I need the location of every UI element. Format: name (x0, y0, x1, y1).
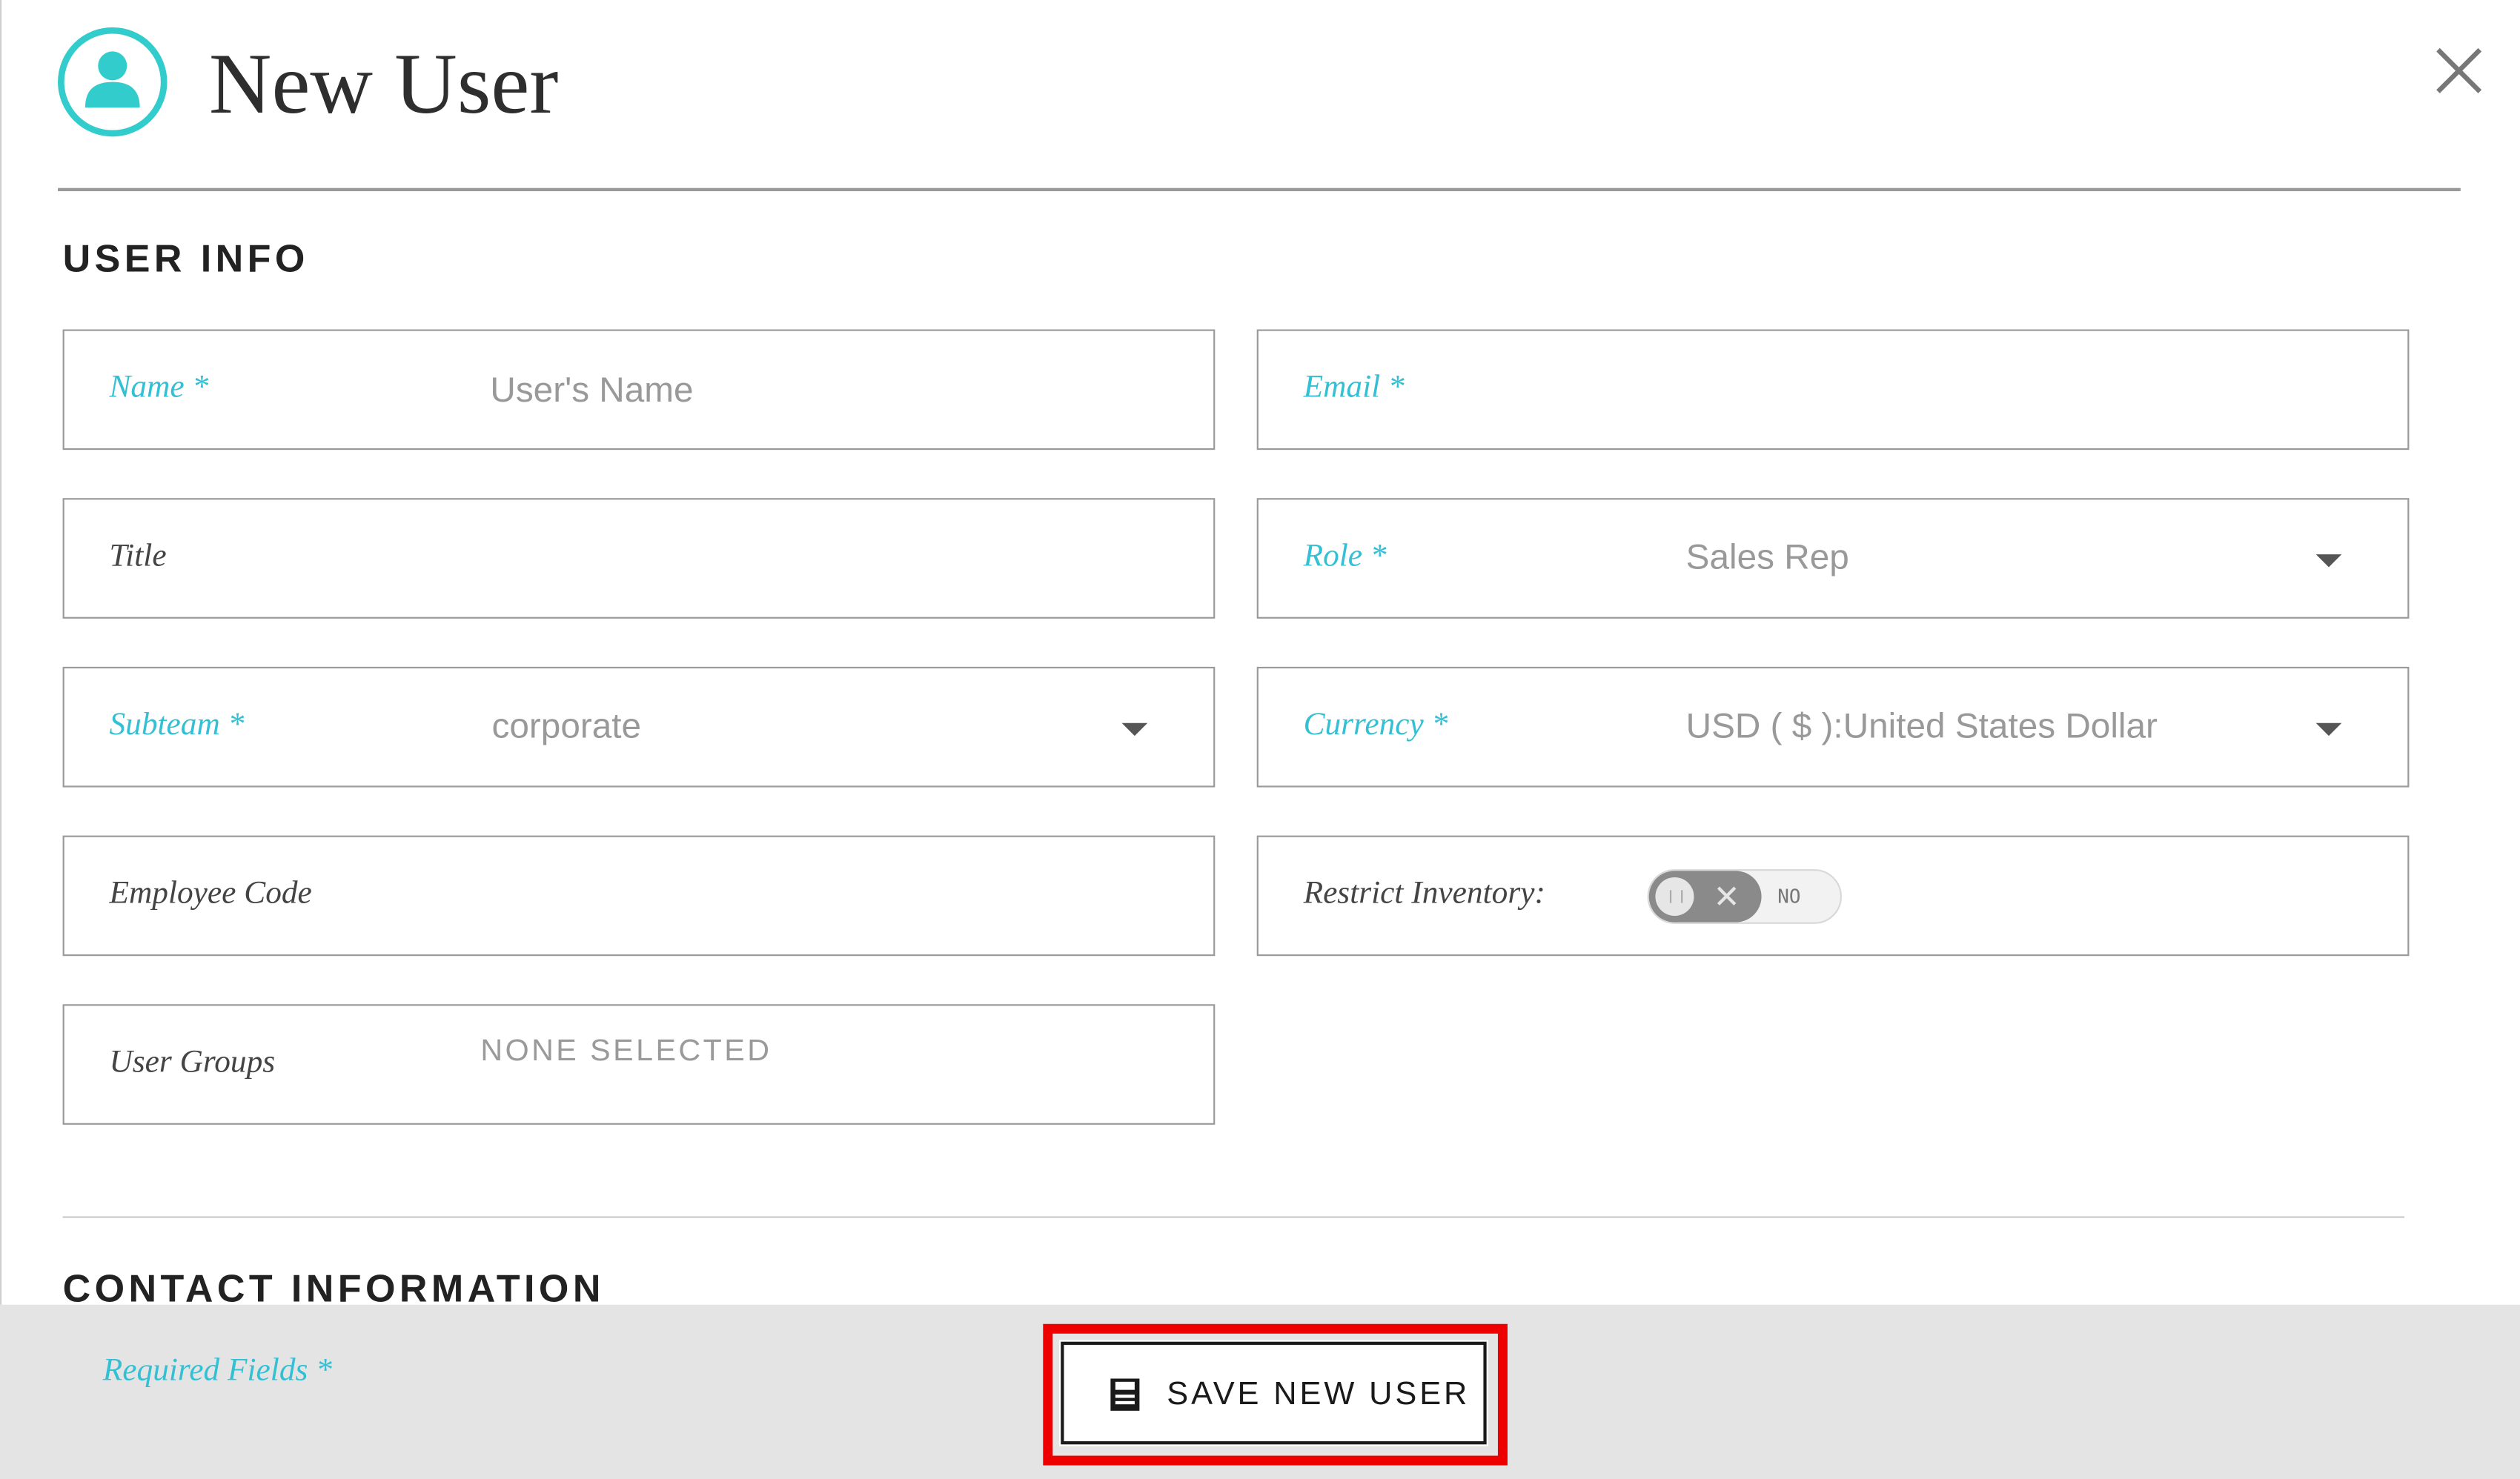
required-fields-note: Required Fields * (102, 1352, 332, 1389)
save-new-user-button[interactable]: SAVE NEW USER (1058, 1340, 1488, 1446)
chevron-down-icon[interactable] (1121, 722, 1148, 737)
restrict-inventory-field: Restrict Inventory: ✕ NO (1256, 835, 2410, 957)
toggle-track: ✕ (1648, 871, 1762, 923)
modal-title: New User (208, 35, 559, 132)
title-label: Title (109, 538, 167, 574)
user-avatar-icon (58, 27, 168, 137)
section-divider (62, 1216, 2404, 1218)
name-field[interactable]: Name * (62, 329, 1216, 451)
name-input[interactable] (490, 353, 1166, 428)
employee-code-input[interactable] (490, 860, 1166, 934)
chevron-down-icon[interactable] (2315, 554, 2342, 568)
user-info-heading: USER INFO (62, 237, 309, 282)
save-button-label: SAVE NEW USER (1167, 1377, 1470, 1413)
save-disk-icon (1110, 1378, 1140, 1411)
title-field[interactable]: Title (62, 498, 1216, 619)
restrict-inventory-toggle[interactable]: ✕ NO (1647, 869, 1842, 924)
restrict-inventory-label: Restrict Inventory: (1303, 875, 1545, 911)
name-label: Name * (109, 369, 209, 405)
currency-select[interactable]: Currency * USD ( $ ):United States Dolla… (1256, 666, 2410, 788)
close-button[interactable] (2430, 41, 2488, 99)
toggle-state-text: NO (1777, 885, 1801, 908)
toggle-knob[interactable] (1655, 877, 1694, 916)
email-input[interactable] (1684, 353, 2360, 428)
chevron-down-icon[interactable] (2315, 722, 2342, 737)
currency-label: Currency * (1303, 707, 1448, 742)
header-divider (58, 187, 2461, 192)
subteam-label: Subteam * (109, 707, 245, 742)
employee-code-field[interactable]: Employee Code (62, 835, 1216, 957)
close-icon[interactable] (2430, 41, 2488, 99)
modal-left-border (0, 0, 2, 1305)
subteam-select[interactable]: Subteam * corporate (62, 666, 1216, 788)
modal-footer: Required Fields * SAVE NEW USER (0, 1304, 2520, 1479)
role-label: Role * (1303, 538, 1387, 574)
title-input[interactable] (490, 522, 1166, 596)
subteam-value: corporate (491, 705, 642, 746)
user-groups-label: User Groups (109, 1044, 276, 1080)
employee-code-label: Employee Code (109, 875, 312, 911)
currency-value: USD ( $ ):United States Dollar (1685, 705, 2158, 746)
new-user-modal: New User USER INFO Name * Email * Title … (0, 0, 2520, 1479)
role-value: Sales Rep (1685, 536, 1849, 577)
email-label: Email * (1303, 369, 1405, 405)
toggle-off-icon: ✕ (1713, 877, 1740, 916)
role-select[interactable]: Role * Sales Rep (1256, 498, 2410, 619)
user-groups-value[interactable]: NONE SELECTED (480, 1034, 772, 1070)
user-groups-field[interactable]: User Groups NONE SELECTED (62, 1004, 1216, 1125)
email-field[interactable]: Email * (1256, 329, 2410, 451)
